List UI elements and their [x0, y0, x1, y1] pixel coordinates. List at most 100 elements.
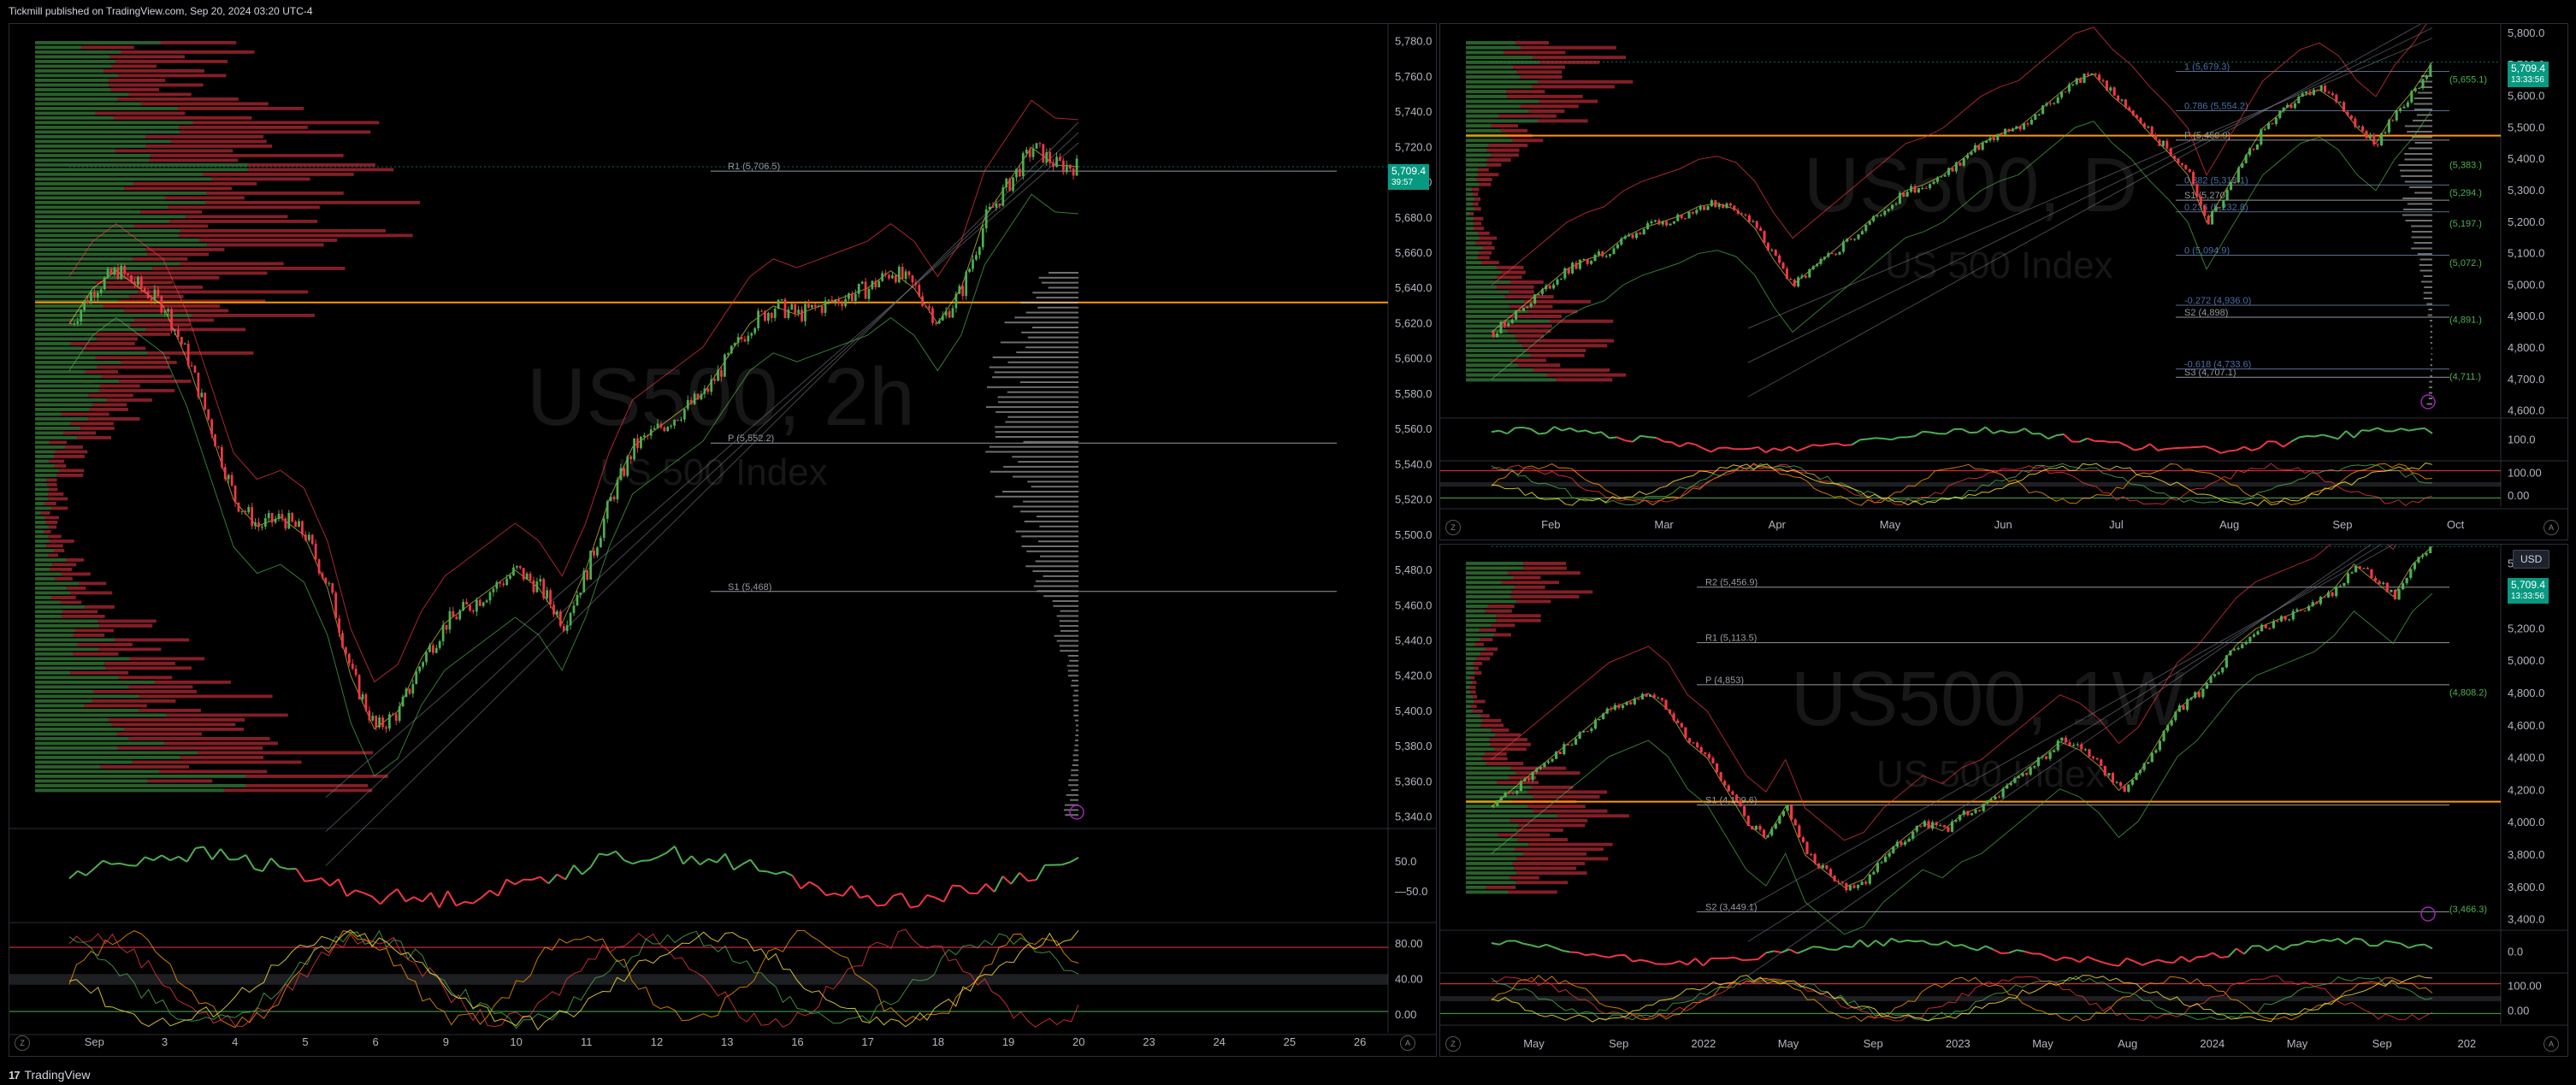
volume-profile-bar [1466, 270, 1502, 274]
volume-profile-bar [1473, 221, 1482, 226]
candle-body [86, 300, 89, 304]
chart-panel-daily[interactable]: US500, D US 500 Index 5,800.05,700.05,60… [1439, 23, 2568, 540]
candle-body [2365, 131, 2368, 139]
volume-profile-bar [77, 436, 111, 439]
chart-canvas[interactable]: 5,800.05,700.05,600.05,500.05,400.05,300… [1440, 24, 2567, 540]
volume-profile-bar [1473, 695, 1478, 699]
volume-profile-bar [1466, 847, 1515, 852]
candle-body [180, 337, 183, 345]
volume-profile-bar [35, 374, 102, 379]
candle-body [1736, 209, 1740, 214]
candle-body [1823, 257, 1826, 259]
volume-profile-bar [1483, 246, 1495, 250]
volume-profile-bar [1474, 666, 1479, 670]
chart-panel-weekly[interactable]: US500, 1W US 500 Index 5,600.05,400.05,2… [1439, 544, 2568, 1057]
chart-canvas[interactable]: 5,780.05,760.05,740.05,720.05,700.05,680… [9, 24, 1436, 1056]
stoch-tick-label: 0.00 [1395, 1008, 1416, 1021]
volume-profile-bar [1466, 695, 1474, 699]
rsi-line [2322, 433, 2331, 438]
settings-icon[interactable]: A [2544, 1036, 2559, 1052]
session-volume-bar [1068, 779, 1078, 781]
price-tag-value: 5,709.4 [2511, 62, 2546, 74]
currency-button[interactable]: USD [2513, 550, 2550, 569]
candle-body [1797, 277, 1800, 286]
rsi-line [682, 855, 693, 865]
candle-body [1841, 241, 1845, 252]
candle-body [1582, 730, 1586, 733]
candle-body [558, 611, 562, 627]
auto-scale-icon[interactable]: Z [1445, 520, 1461, 535]
settings-icon[interactable]: A [1400, 1035, 1415, 1051]
candle-body [689, 399, 693, 404]
volume-profile-bar [94, 333, 171, 336]
candle-body [944, 310, 948, 316]
candle-body [1717, 203, 1721, 208]
candle-body [897, 267, 901, 283]
rsi-line [942, 885, 954, 903]
candle-body [2154, 135, 2158, 140]
rsi-line [2314, 433, 2323, 438]
volume-profile-bar [1466, 642, 1475, 646]
volume-profile-bar [116, 271, 268, 275]
volume-profile-bar [1466, 128, 1501, 133]
volume-profile-bar [110, 88, 160, 91]
rsi-line [203, 846, 214, 860]
session-volume-bar [997, 396, 1078, 398]
candle-body [2173, 155, 2177, 159]
auto-scale-icon[interactable]: Z [15, 1035, 30, 1051]
candle-body [2044, 756, 2048, 759]
volume-profile-bar [1507, 329, 1551, 333]
volume-profile-bar [35, 121, 193, 125]
candle-body [2180, 163, 2183, 165]
volume-profile-bar [1515, 41, 1549, 44]
rsi-line [455, 900, 465, 907]
candle-body [1752, 221, 1755, 222]
candle-body [636, 438, 639, 448]
volume-profile-bar [1500, 128, 1528, 133]
rsi-line [1758, 446, 1767, 454]
y-tick-label: 5,760.0 [1395, 70, 1432, 83]
rsi-line [102, 859, 112, 865]
rsi-line [1773, 447, 1782, 451]
volume-profile-bar [1466, 633, 1495, 637]
candle-body [1801, 837, 1805, 842]
rsi-line [2102, 439, 2112, 444]
candle-body [106, 268, 109, 278]
candle-body [904, 271, 907, 279]
settings-icon[interactable]: A [2544, 520, 2559, 535]
candle-body [2053, 103, 2056, 104]
candle-body [411, 684, 415, 694]
chart-panel-2h[interactable]: US500, 2h US 500 Index 5,780.0 5,760.0 5,7… [9, 23, 1437, 1057]
rsi-line [489, 889, 499, 897]
rsi-line [724, 853, 735, 870]
session-volume-bar [1037, 540, 1078, 543]
chart-canvas[interactable]: 5,600.05,400.05,200.05,000.04,800.04,600… [1440, 545, 2567, 1056]
volume-profile-bar [97, 365, 170, 369]
x-tick-label: Jun [1994, 518, 2012, 531]
volume-profile-bar [79, 581, 107, 586]
candle-body [371, 716, 375, 721]
volume-profile-bar [80, 427, 115, 430]
session-volume-bar [1002, 491, 1078, 492]
volume-profile-bar [1517, 828, 1563, 832]
auto-scale-icon[interactable]: Z [1445, 1036, 1461, 1052]
candle-body [227, 475, 230, 480]
candle-body [760, 310, 763, 312]
candle-body [717, 369, 719, 381]
candle-body [1537, 293, 1540, 295]
session-volume-bar [2404, 180, 2432, 183]
volume-profile-bar [35, 408, 90, 411]
candle-body [1731, 791, 1734, 795]
candle-body [1684, 218, 1687, 220]
candle-body [1923, 821, 1927, 827]
rsi-line [2243, 945, 2253, 955]
session-volume-bar [2428, 392, 2432, 394]
candle-body [2385, 582, 2389, 593]
candle-body [2248, 636, 2252, 642]
candle-body [2295, 609, 2299, 611]
candle-body [2268, 628, 2272, 629]
volume-profile-bar [1466, 614, 1497, 618]
candle-body [83, 300, 86, 310]
session-volume-bar [1074, 744, 1078, 746]
channel-line [1747, 38, 2433, 329]
